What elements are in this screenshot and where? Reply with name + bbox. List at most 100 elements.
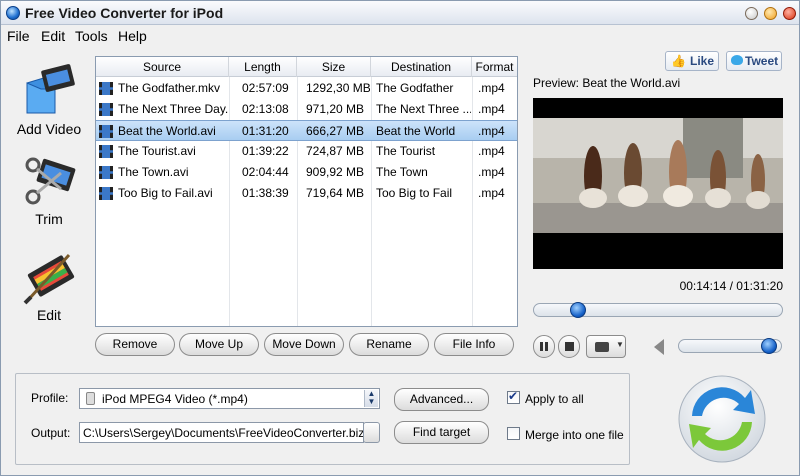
app-window: Free Video Converter for iPod File Edit … (0, 0, 800, 476)
pause-icon (540, 342, 543, 351)
cell-size: 666,27 MB (306, 124, 365, 138)
file-row[interactable]: Too Big to Fail.avi 01:38:39 719,64 MB Too … (96, 183, 517, 204)
file-info-button[interactable]: File Info (434, 333, 514, 356)
chevron-down-icon: ▼ (616, 340, 624, 349)
edit-video-icon (21, 249, 77, 305)
speaker-icon[interactable] (654, 339, 664, 355)
title-bar: Free Video Converter for iPod (1, 1, 799, 25)
convert-button[interactable] (667, 374, 777, 464)
stop-button[interactable] (558, 335, 580, 358)
menu-file[interactable]: File (7, 28, 30, 44)
profile-label: Profile: (31, 391, 69, 405)
cell-destination: The Next Three ... (376, 102, 471, 116)
cell-format: .mp4 (478, 124, 505, 138)
file-list[interactable]: Source Length Size Destination Format Th… (95, 56, 518, 327)
cell-source: Beat the World.avi (118, 124, 216, 138)
cell-length: 02:13:08 (242, 102, 289, 116)
window-title: Free Video Converter for iPod (25, 5, 224, 21)
merge-into-one-file-checkbox[interactable] (507, 427, 520, 440)
film-strip-icon (99, 166, 113, 179)
cell-destination: The Godfather (376, 81, 454, 95)
cell-format: .mp4 (478, 144, 505, 158)
add-video-label: Add Video (16, 121, 82, 137)
cell-source: The Godfather.mkv (118, 81, 221, 95)
menu-help[interactable]: Help (118, 28, 147, 44)
menu-tools[interactable]: Tools (75, 28, 108, 44)
trim-button[interactable]: Trim (9, 153, 89, 227)
cell-source: The Tourist.avi (118, 144, 196, 158)
seek-slider-knob[interactable] (570, 302, 587, 318)
cell-format: .mp4 (478, 165, 505, 179)
film-strip-icon (99, 145, 113, 158)
video-frame-image (533, 98, 783, 269)
tweet-label: Tweet (745, 54, 779, 68)
edit-label: Edit (36, 307, 62, 323)
rename-button[interactable]: Rename (349, 333, 429, 356)
column-header-source[interactable]: Source (96, 57, 229, 77)
tweet-button[interactable]: Tweet (726, 51, 782, 71)
column-header-destination[interactable]: Destination (371, 57, 472, 77)
volume-slider-knob[interactable] (760, 338, 777, 354)
profile-select[interactable]: iPod MPEG4 Video (*.mp4) ▲ ▼ (79, 388, 380, 409)
minimize-button[interactable] (745, 7, 758, 20)
spinner-arrows-icon: ▲ ▼ (364, 390, 378, 407)
cell-size: 1292,30 MB (306, 81, 370, 95)
move-up-button[interactable]: Move Up (179, 333, 259, 356)
edit-button[interactable]: Edit (9, 249, 89, 323)
cell-length: 01:31:20 (242, 124, 289, 138)
output-path-value: C:\Users\Sergey\Documents\FreeVideoConve… (83, 426, 364, 440)
column-header-length[interactable]: Length (229, 57, 297, 77)
cell-destination: Beat the World (376, 124, 456, 138)
film-strip-icon (99, 125, 113, 138)
menu-edit[interactable]: Edit (41, 28, 65, 44)
cell-length: 02:57:09 (242, 81, 289, 95)
scissors-icon (21, 153, 77, 209)
cell-length: 02:04:44 (242, 165, 289, 179)
close-button[interactable] (783, 7, 796, 20)
film-strip-icon (99, 82, 113, 95)
volume-slider[interactable] (678, 338, 782, 354)
file-row[interactable]: The Tourist.avi 01:39:22 724,87 MB The Tour… (96, 141, 517, 162)
seek-bar[interactable] (533, 302, 783, 318)
add-video-icon (21, 63, 77, 119)
cell-source: The Town.avi (118, 165, 189, 179)
column-header-size[interactable]: Size (297, 57, 371, 77)
cell-length: 01:38:39 (242, 186, 289, 200)
cell-length: 01:39:22 (242, 144, 289, 158)
advanced-button[interactable]: Advanced... (394, 388, 489, 411)
cell-format: .mp4 (478, 186, 505, 200)
snapshot-button[interactable]: ▼ (586, 335, 626, 358)
film-strip-icon (99, 103, 113, 116)
file-list-header: Source Length Size Destination Format (96, 57, 517, 77)
find-target-button[interactable]: Find target (394, 421, 489, 444)
file-row[interactable]: The Godfather.mkv 02:57:09 1292,30 MB The G… (96, 78, 517, 99)
file-row[interactable]: Beat the World.avi 01:31:20 666,27 MB Beat … (96, 120, 517, 141)
move-down-button[interactable]: Move Down (264, 333, 344, 356)
pause-button[interactable] (533, 335, 555, 358)
preview-label: Preview: Beat the World.avi (533, 76, 681, 90)
add-video-button[interactable]: Add Video (9, 63, 89, 137)
cell-format: .mp4 (478, 81, 505, 95)
like-button[interactable]: 👍 Like (665, 51, 719, 71)
output-label: Output: (31, 426, 71, 440)
cell-size: 971,20 MB (306, 102, 365, 116)
cell-size: 724,87 MB (306, 144, 365, 158)
twitter-bird-icon (731, 55, 743, 65)
output-path-input[interactable]: C:\Users\Sergey\Documents\FreeVideoConve… (79, 422, 364, 443)
stop-icon (565, 342, 574, 351)
remove-button[interactable]: Remove (95, 333, 175, 356)
film-strip-icon (99, 187, 113, 200)
cell-source: The Next Three Day... (118, 102, 228, 116)
thumbs-up-icon: 👍 (671, 54, 686, 68)
browse-button[interactable] (363, 422, 380, 443)
file-row[interactable]: The Town.avi 02:04:44 909,92 MB The Town .mp… (96, 162, 517, 183)
cell-source: Too Big to Fail.avi (118, 186, 213, 200)
convert-arrows-icon (678, 375, 766, 463)
column-header-format[interactable]: Format (472, 57, 517, 77)
apply-to-all-checkbox[interactable] (507, 389, 520, 404)
cell-format: .mp4 (478, 102, 505, 116)
ipod-icon (86, 392, 95, 405)
cell-size: 719,64 MB (306, 186, 365, 200)
file-row[interactable]: The Next Three Day... 02:13:08 971,20 MB Th… (96, 99, 517, 120)
maximize-button[interactable] (764, 7, 777, 20)
